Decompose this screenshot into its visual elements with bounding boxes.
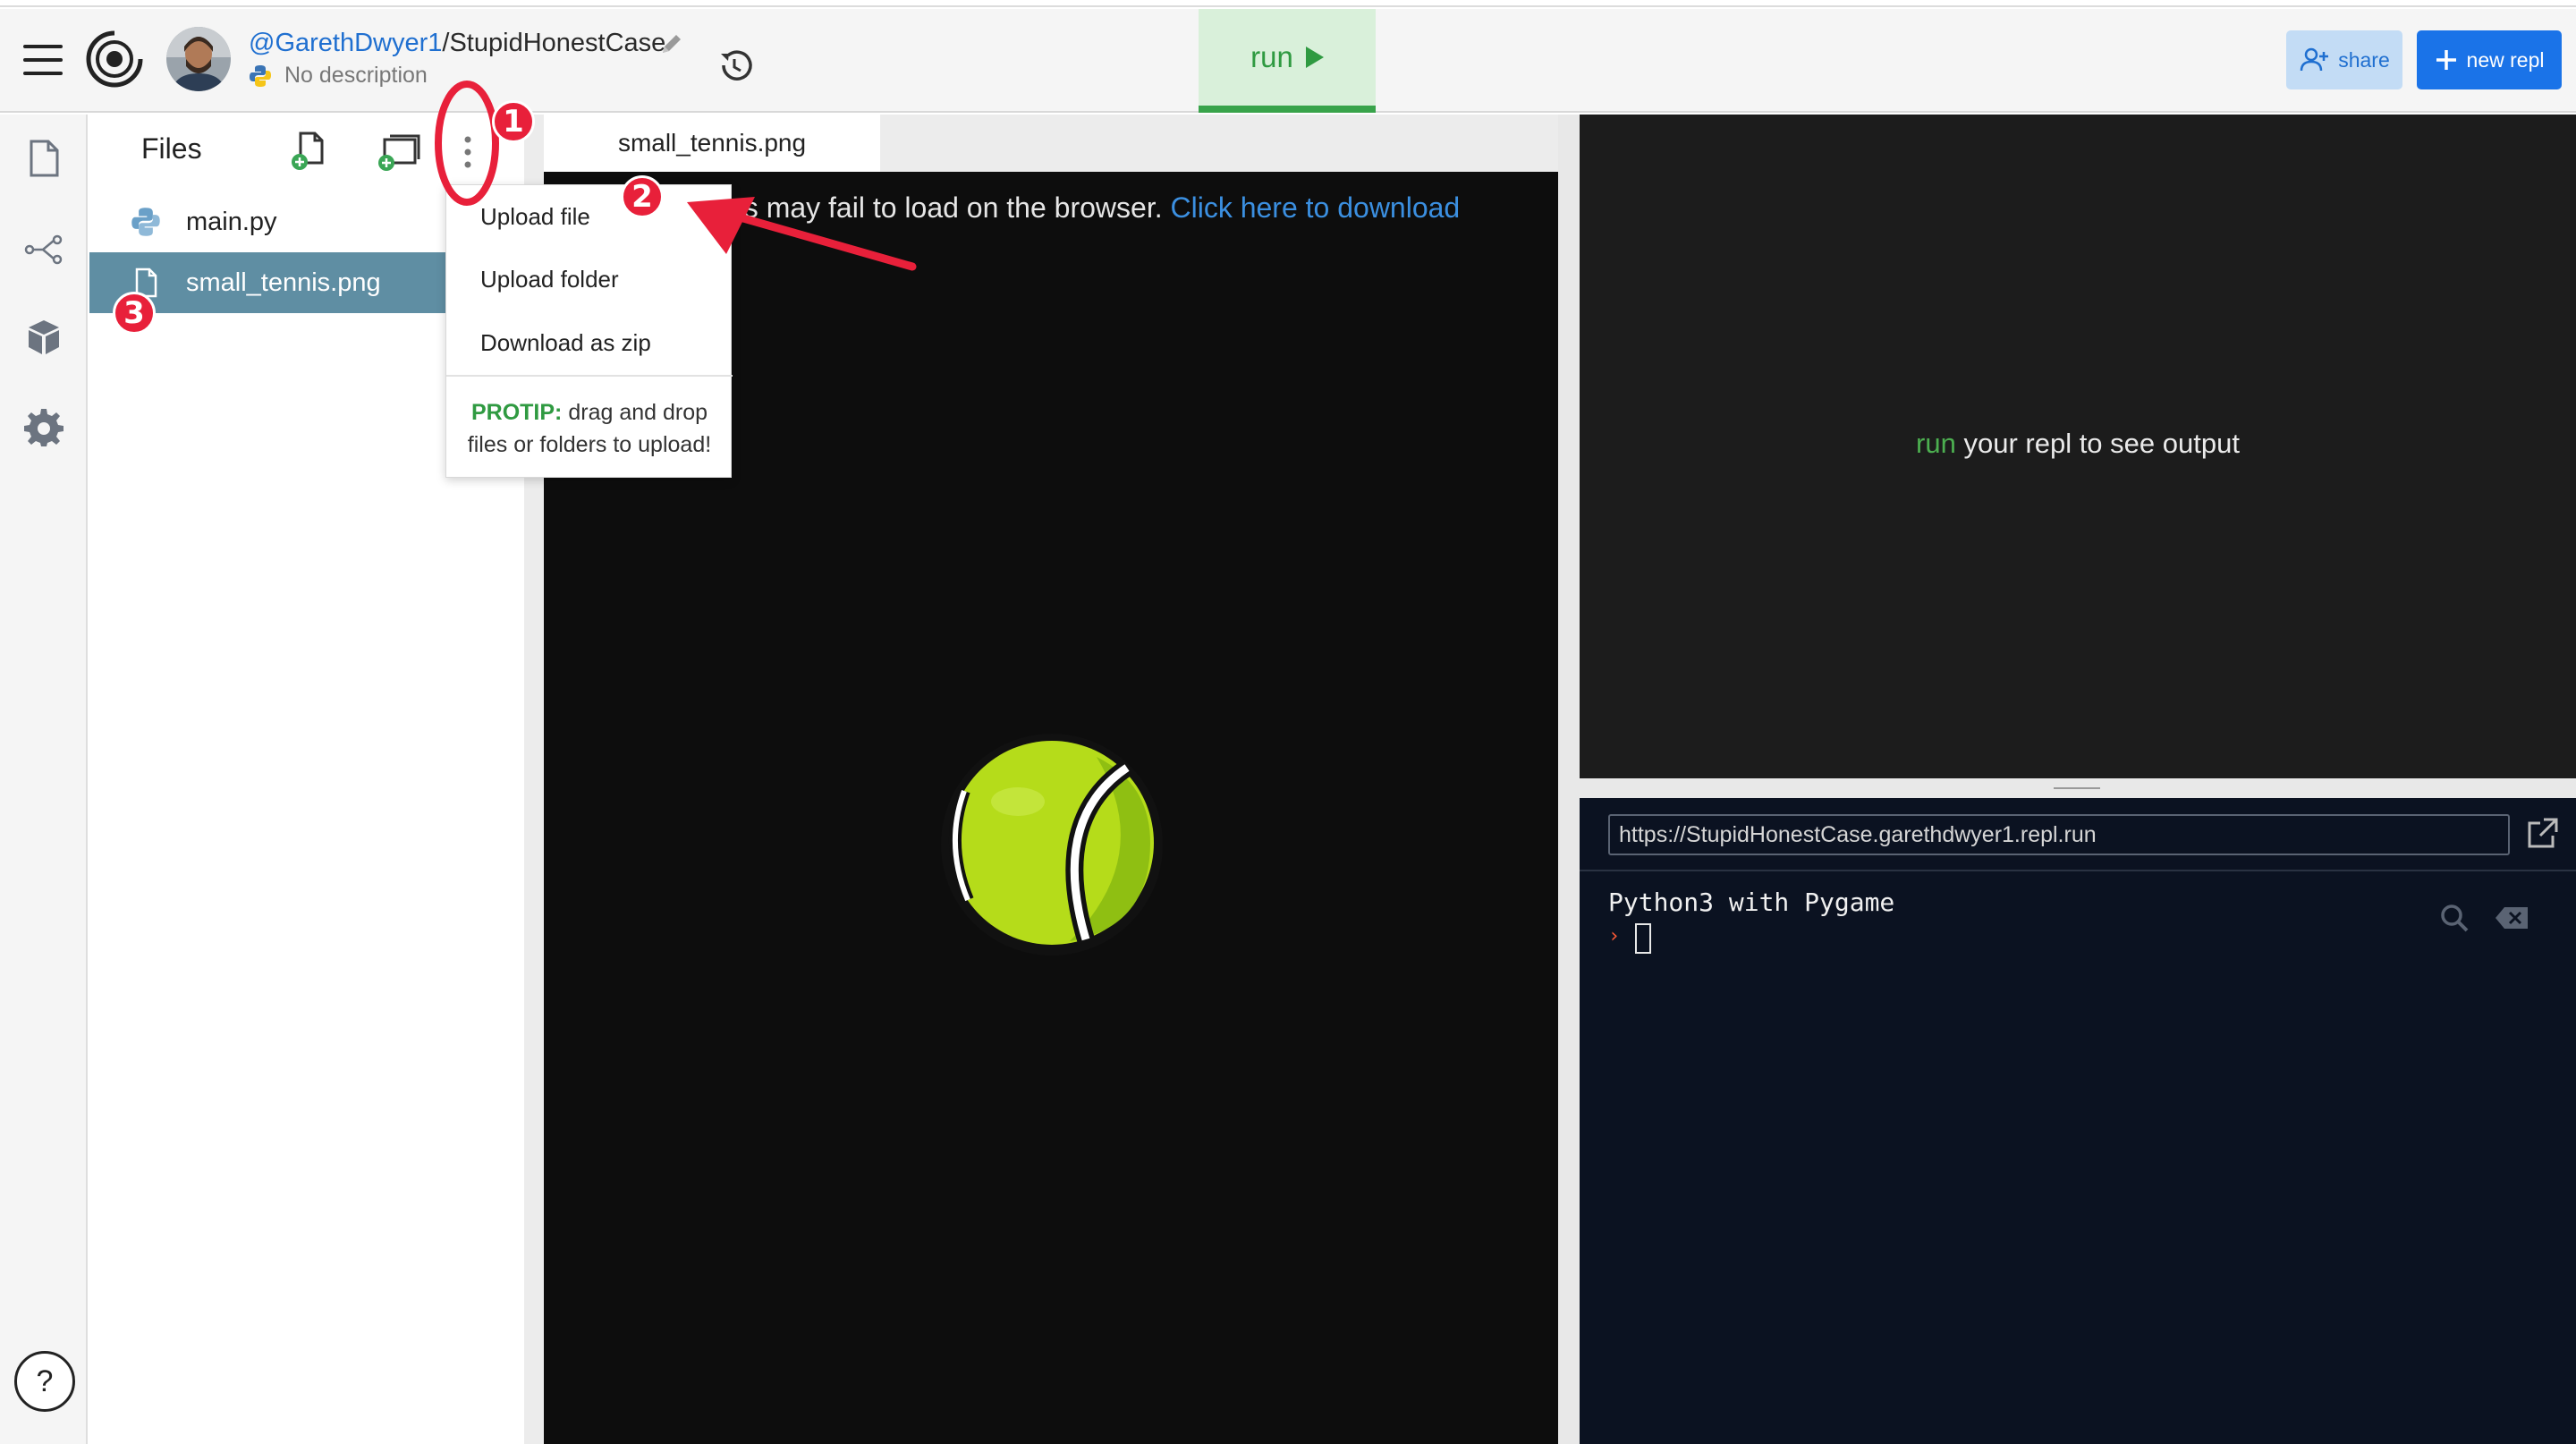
python-icon xyxy=(250,65,271,87)
replit-logo-icon[interactable] xyxy=(86,30,143,88)
tennis-ball-image xyxy=(941,734,1163,956)
console-divider xyxy=(1580,870,2576,871)
console-cursor[interactable] xyxy=(1635,923,1651,954)
add-user-icon xyxy=(2300,47,2329,72)
run-button[interactable]: run xyxy=(1199,9,1376,113)
history-icon[interactable] xyxy=(716,45,757,86)
avatar[interactable] xyxy=(166,27,231,91)
sidebar-rail xyxy=(0,115,88,1444)
repl-path: @GarethDwyer1/StupidHonestCase xyxy=(249,29,665,58)
repl-name[interactable]: StupidHonestCase xyxy=(449,29,665,57)
settings-icon[interactable] xyxy=(23,406,64,447)
annotation-badge-3: 3 xyxy=(113,292,156,335)
open-in-new-tab-icon[interactable] xyxy=(2524,816,2560,852)
output-message: your repl to see output xyxy=(1955,428,2240,459)
file-item-main-py[interactable]: main.py xyxy=(89,191,445,252)
annotation-badge-2: 2 xyxy=(621,175,664,218)
protip: PROTIP: drag and drop files or folders t… xyxy=(446,396,733,461)
menu-icon[interactable] xyxy=(23,45,63,75)
menu-item-download-zip[interactable]: Download as zip xyxy=(446,311,733,374)
run-word: run xyxy=(1916,428,1956,459)
share-label: share xyxy=(2338,47,2390,72)
add-file-icon[interactable] xyxy=(288,131,329,172)
console-title: Python3 with Pygame xyxy=(1608,888,1895,917)
protip-line2: files or folders to upload! xyxy=(467,432,712,457)
version-control-icon[interactable] xyxy=(23,229,64,270)
tab-small-tennis-png[interactable]: small_tennis.png xyxy=(544,115,880,172)
highlight-ellipse xyxy=(435,81,499,206)
run-label: run xyxy=(1250,40,1293,73)
file-name: main.py xyxy=(186,207,277,236)
packages-icon[interactable] xyxy=(23,317,64,358)
pencil-icon[interactable] xyxy=(658,30,685,57)
help-button[interactable]: ? xyxy=(14,1351,75,1412)
clear-console-icon[interactable] xyxy=(2494,905,2529,930)
annotation-badge-1: 1 xyxy=(492,100,535,143)
files-icon[interactable] xyxy=(23,138,64,179)
annotation-arrow xyxy=(687,197,917,271)
vertical-resize-handle[interactable] xyxy=(1558,115,1580,1444)
search-icon[interactable] xyxy=(2438,902,2470,934)
horizontal-resize-handle[interactable] xyxy=(1580,778,2576,798)
console-prompt: › xyxy=(1608,925,1621,947)
python-file-icon xyxy=(131,208,160,236)
new-repl-button[interactable]: new repl xyxy=(2417,30,2562,89)
new-repl-label: new repl xyxy=(2466,47,2545,72)
window-top-edge xyxy=(0,0,2576,7)
file-name: small_tennis.png xyxy=(186,268,381,297)
files-title: Files xyxy=(141,132,202,165)
play-icon xyxy=(1305,47,1324,68)
add-folder-icon[interactable] xyxy=(376,132,422,174)
repl-description[interactable]: No description xyxy=(284,63,428,89)
menu-divider xyxy=(446,375,733,377)
protip-line1: drag and drop xyxy=(562,400,708,425)
plus-icon xyxy=(2436,50,2456,70)
output-placeholder: run your repl to see output xyxy=(1580,428,2576,460)
repl-url-field[interactable] xyxy=(1608,814,2510,855)
share-button[interactable]: share xyxy=(2286,30,2402,89)
protip-label: PROTIP: xyxy=(470,400,563,425)
owner-link[interactable]: @GarethDwyer1 xyxy=(249,29,442,57)
download-link[interactable]: Click here to download xyxy=(1170,191,1460,224)
